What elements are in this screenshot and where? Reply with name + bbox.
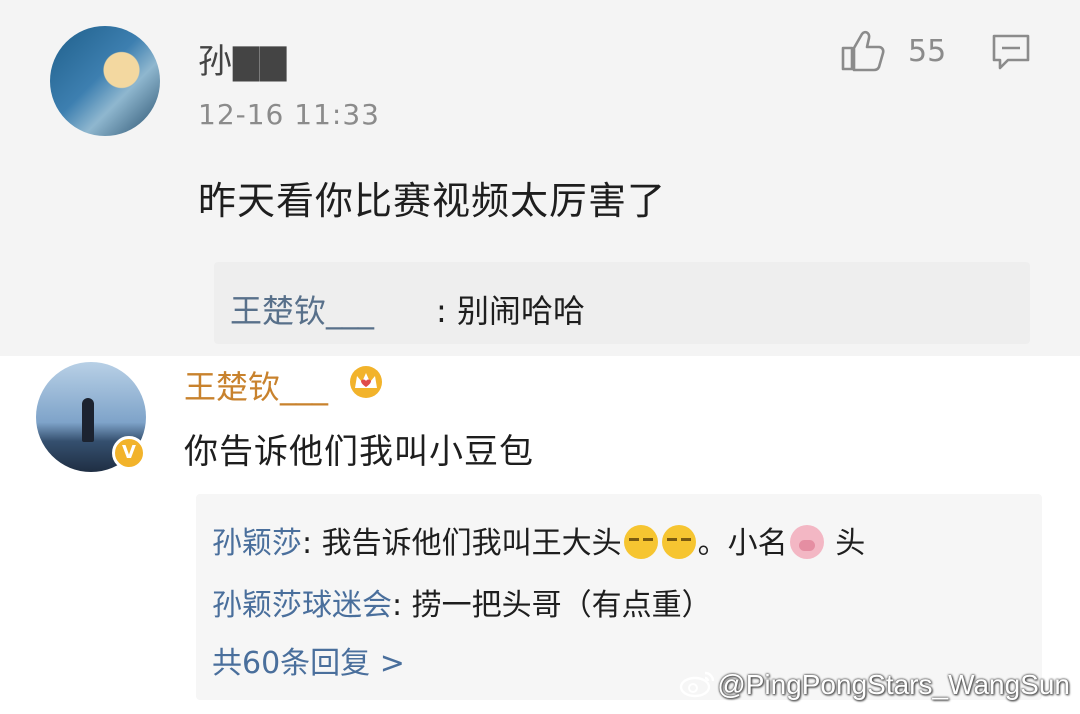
timestamp: 12-16 11:33	[198, 98, 380, 131]
reply-preview[interactable]: 王楚钦___ : 别闹哈哈	[214, 262, 1030, 344]
pig-emoji-icon	[789, 525, 824, 559]
verified-badge-icon: V	[112, 436, 146, 470]
reply-text-mid: 。小名	[697, 526, 788, 561]
reply-item[interactable]: 孙颖莎球迷会: 捞一把头哥（有点重）	[212, 580, 712, 624]
reply-author[interactable]: 孙颖莎球迷会	[212, 588, 392, 623]
username[interactable]: 王楚钦___	[184, 362, 328, 408]
reply-text: : 别闹哈哈	[436, 292, 585, 330]
comment-text: 你告诉他们我叫小豆包	[184, 432, 534, 472]
watermark: @PingPongStars_WangSun	[679, 668, 1070, 701]
weibo-logo-icon	[680, 671, 715, 698]
avatar[interactable]	[50, 26, 160, 136]
like-count: 55	[908, 34, 947, 69]
reply-text: : 捞一把头哥（有点重）	[392, 588, 712, 623]
reply-author[interactable]: 孙颖莎	[212, 526, 302, 561]
crown-icon	[350, 366, 382, 398]
thumbs-up-icon[interactable]	[840, 30, 886, 72]
reply-item[interactable]: 孙颖莎: 我告诉他们我叫王大头 。小名 头	[212, 518, 865, 562]
more-replies-link[interactable]: 共60条回复 >	[212, 638, 405, 682]
watermark-text: @PingPongStars_WangSun	[717, 669, 1070, 700]
laugh-emoji-icon	[661, 525, 696, 559]
reply-text: : 我告诉他们我叫王大头	[302, 526, 622, 561]
comment-text: 昨天看你比赛视频太厉害了	[198, 179, 667, 223]
laugh-emoji-icon	[623, 525, 658, 559]
reply-text-end: 头	[825, 526, 866, 561]
username[interactable]: 孙▇▇	[198, 34, 287, 83]
reply-author[interactable]: 王楚钦___	[230, 286, 374, 332]
avatar-figure	[82, 398, 94, 442]
comment-icon[interactable]	[990, 32, 1032, 72]
